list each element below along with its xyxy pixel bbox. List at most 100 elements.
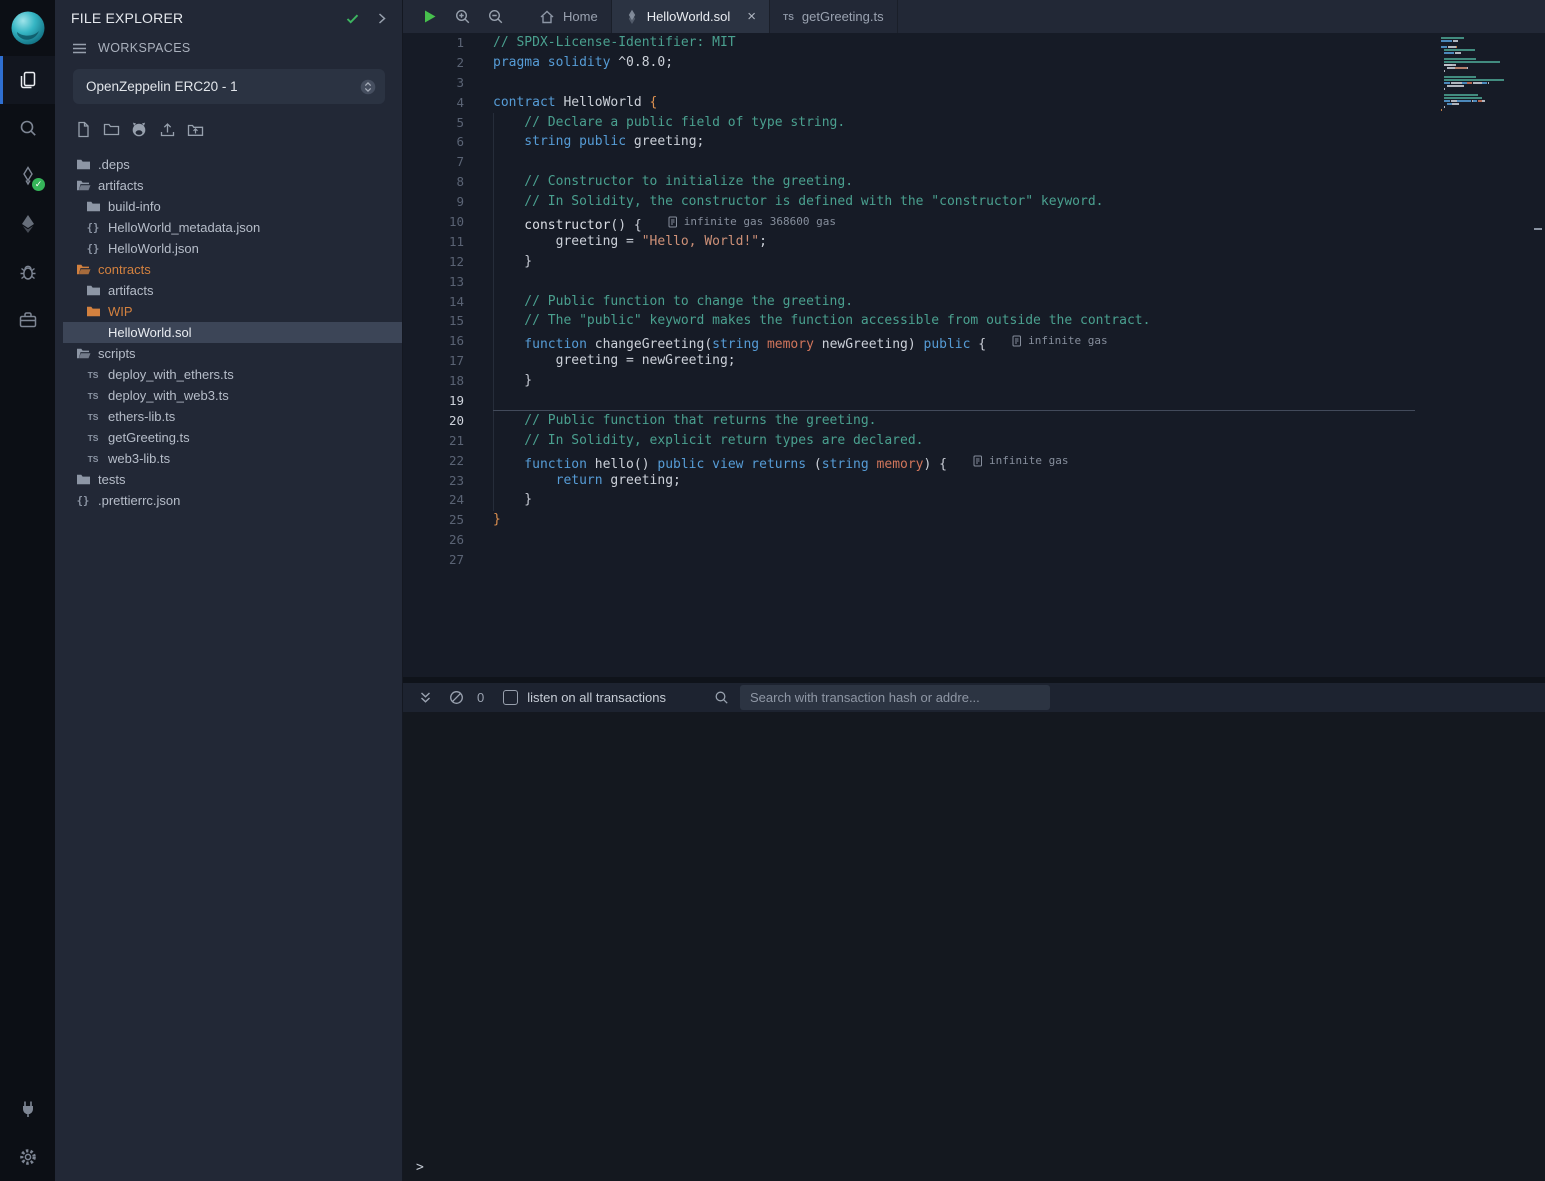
code-line-25[interactable]: 25}: [403, 510, 1415, 530]
activity-debugger-icon[interactable]: [0, 248, 55, 296]
line-content: // Public function to change the greetin…: [493, 292, 1415, 312]
plug-icon: [18, 1099, 38, 1119]
tree-item-helloworld-metadata-json[interactable]: {}HelloWorld_metadata.json: [63, 217, 402, 238]
code-line-21[interactable]: 21 // In Solidity, explicit return types…: [403, 431, 1415, 451]
code-line-24[interactable]: 24 }: [403, 490, 1415, 510]
minimap-line: [1441, 91, 1529, 93]
overview-ruler[interactable]: [1531, 33, 1545, 677]
new-folder-icon[interactable]: [102, 120, 120, 138]
code-token: ;: [759, 234, 767, 249]
tree-item-deps[interactable]: .deps: [63, 154, 402, 175]
minimap-line: [1441, 49, 1529, 51]
code-line-23[interactable]: 23 return greeting;: [403, 471, 1415, 491]
code-editor[interactable]: 1// SPDX-License-Identifier: MIT2pragma …: [403, 33, 1545, 677]
close-tab-icon[interactable]: ×: [747, 9, 756, 24]
minimap-line: [1441, 76, 1529, 78]
tree-item-deploy-with-web3-ts[interactable]: TSdeploy_with_web3.ts: [63, 385, 402, 406]
code-line-13[interactable]: 13: [403, 272, 1415, 292]
activity-search-icon[interactable]: [0, 104, 55, 152]
listen-checkbox[interactable]: [503, 690, 518, 705]
activity-settings-gear-icon[interactable]: [0, 1133, 55, 1181]
tree-item-artifacts[interactable]: artifacts: [63, 280, 402, 301]
menu-icon[interactable]: [72, 42, 87, 55]
code-token: contract: [493, 95, 556, 110]
zoom-out-icon[interactable]: [487, 8, 504, 25]
tab-getgreeting-ts[interactable]: TSgetGreeting.ts: [770, 0, 898, 33]
code-line-2[interactable]: 2pragma solidity ^0.8.0;: [403, 53, 1415, 73]
code-line-20[interactable]: 20 // Public function that returns the g…: [403, 411, 1415, 431]
code-line-1[interactable]: 1// SPDX-License-Identifier: MIT: [403, 33, 1415, 53]
line-number: 9: [403, 192, 493, 212]
upload-folder-icon[interactable]: [186, 120, 204, 138]
tree-item-build-info[interactable]: build-info: [63, 196, 402, 217]
remix-logo-icon: [10, 10, 46, 46]
upload-file-icon[interactable]: [158, 120, 176, 138]
file-tree: .depsartifactsbuild-info{}HelloWorld_met…: [55, 154, 402, 511]
tree-item-helloworld-json[interactable]: {}HelloWorld.json: [63, 238, 402, 259]
github-icon[interactable]: [130, 120, 148, 138]
line-number: 25: [403, 510, 493, 530]
line-number: 7: [403, 152, 493, 172]
code-token: (: [806, 457, 822, 472]
code-token: greeting =: [493, 234, 642, 249]
tree-item-deploy-with-ethers-ts[interactable]: TSdeploy_with_ethers.ts: [63, 364, 402, 385]
code-line-7[interactable]: 7: [403, 152, 1415, 172]
tree-item-prettierrc-json[interactable]: {}.prettierrc.json: [63, 490, 402, 511]
code-line-14[interactable]: 14 // Public function to change the gree…: [403, 292, 1415, 312]
code-line-5[interactable]: 5 // Declare a public field of type stri…: [403, 113, 1415, 133]
tree-item-tests[interactable]: tests: [63, 469, 402, 490]
minimap-line: [1441, 55, 1529, 57]
activity-bar: ✓: [0, 0, 55, 1181]
new-file-icon[interactable]: [74, 120, 92, 138]
code-line-18[interactable]: 18 }: [403, 371, 1415, 391]
minimap-line: [1441, 106, 1529, 108]
tree-item-artifacts[interactable]: artifacts: [63, 175, 402, 196]
workspace-select[interactable]: OpenZeppelin ERC20 - 1: [73, 69, 385, 104]
code-line-17[interactable]: 17 greeting = newGreeting;: [403, 351, 1415, 371]
play-icon[interactable]: [422, 8, 438, 25]
code-line-11[interactable]: 11 greeting = "Hello, World!";: [403, 232, 1415, 252]
collapse-terminal-icon[interactable]: [418, 690, 433, 705]
tree-item-contracts[interactable]: contracts: [63, 259, 402, 280]
activity-deploy-run-icon[interactable]: [0, 200, 55, 248]
code-line-9[interactable]: 9 // In Solidity, the constructor is def…: [403, 192, 1415, 212]
clear-console-icon[interactable]: [449, 690, 464, 705]
tree-item-ethers-lib-ts[interactable]: TSethers-lib.ts: [63, 406, 402, 427]
tree-item-scripts[interactable]: scripts: [63, 343, 402, 364]
code-line-16[interactable]: 16 function changeGreeting(string memory…: [403, 331, 1415, 351]
code-line-6[interactable]: 6 string public greeting;: [403, 132, 1415, 152]
activity-solidity-compiler-icon[interactable]: ✓: [0, 152, 55, 200]
tree-item-getgreeting-ts[interactable]: TSgetGreeting.ts: [63, 427, 402, 448]
tree-item-wip[interactable]: WIP: [63, 301, 402, 322]
tab-label: getGreeting.ts: [802, 9, 884, 24]
code-line-3[interactable]: 3: [403, 73, 1415, 93]
code-line-19[interactable]: 19: [403, 391, 1415, 411]
activity-file-explorer-icon[interactable]: [0, 56, 55, 104]
code-token: ^0.8.0;: [610, 55, 673, 70]
terminal-search-input[interactable]: [740, 685, 1050, 710]
minimap[interactable]: [1441, 37, 1529, 118]
code-line-4[interactable]: 4contract HelloWorld {: [403, 93, 1415, 113]
tab-helloworld-sol[interactable]: HelloWorld.sol×: [612, 0, 770, 33]
code-line-26[interactable]: 26: [403, 530, 1415, 550]
minimap-line: [1441, 58, 1529, 60]
code-line-8[interactable]: 8 // Constructor to initialize the greet…: [403, 172, 1415, 192]
chevron-right-icon[interactable]: [375, 12, 388, 25]
tree-item-helloworld-sol[interactable]: HelloWorld.sol: [63, 322, 402, 343]
tree-item-web3-lib-ts[interactable]: TSweb3-lib.ts: [63, 448, 402, 469]
terminal-toolbar: 0 listen on all transactions: [403, 683, 1545, 712]
activity-plug-icon[interactable]: [0, 1085, 55, 1133]
code-line-12[interactable]: 12 }: [403, 252, 1415, 272]
zoom-in-icon[interactable]: [454, 8, 471, 25]
remix-logo[interactable]: [0, 0, 55, 56]
tab-home[interactable]: Home: [526, 0, 612, 33]
tab-label: Home: [563, 9, 598, 24]
code-line-27[interactable]: 27: [403, 550, 1415, 570]
code-line-15[interactable]: 15 // The "public" keyword makes the fun…: [403, 311, 1415, 331]
terminal-output[interactable]: >: [403, 712, 1545, 1181]
activity-plugin-manager-icon[interactable]: [0, 296, 55, 344]
code-line-22[interactable]: 22 function hello() public view returns …: [403, 451, 1415, 471]
minimap-line: [1441, 40, 1529, 42]
code-token: return: [493, 473, 603, 488]
code-line-10[interactable]: 10 constructor() {infinite gas 368600 ga…: [403, 212, 1415, 232]
